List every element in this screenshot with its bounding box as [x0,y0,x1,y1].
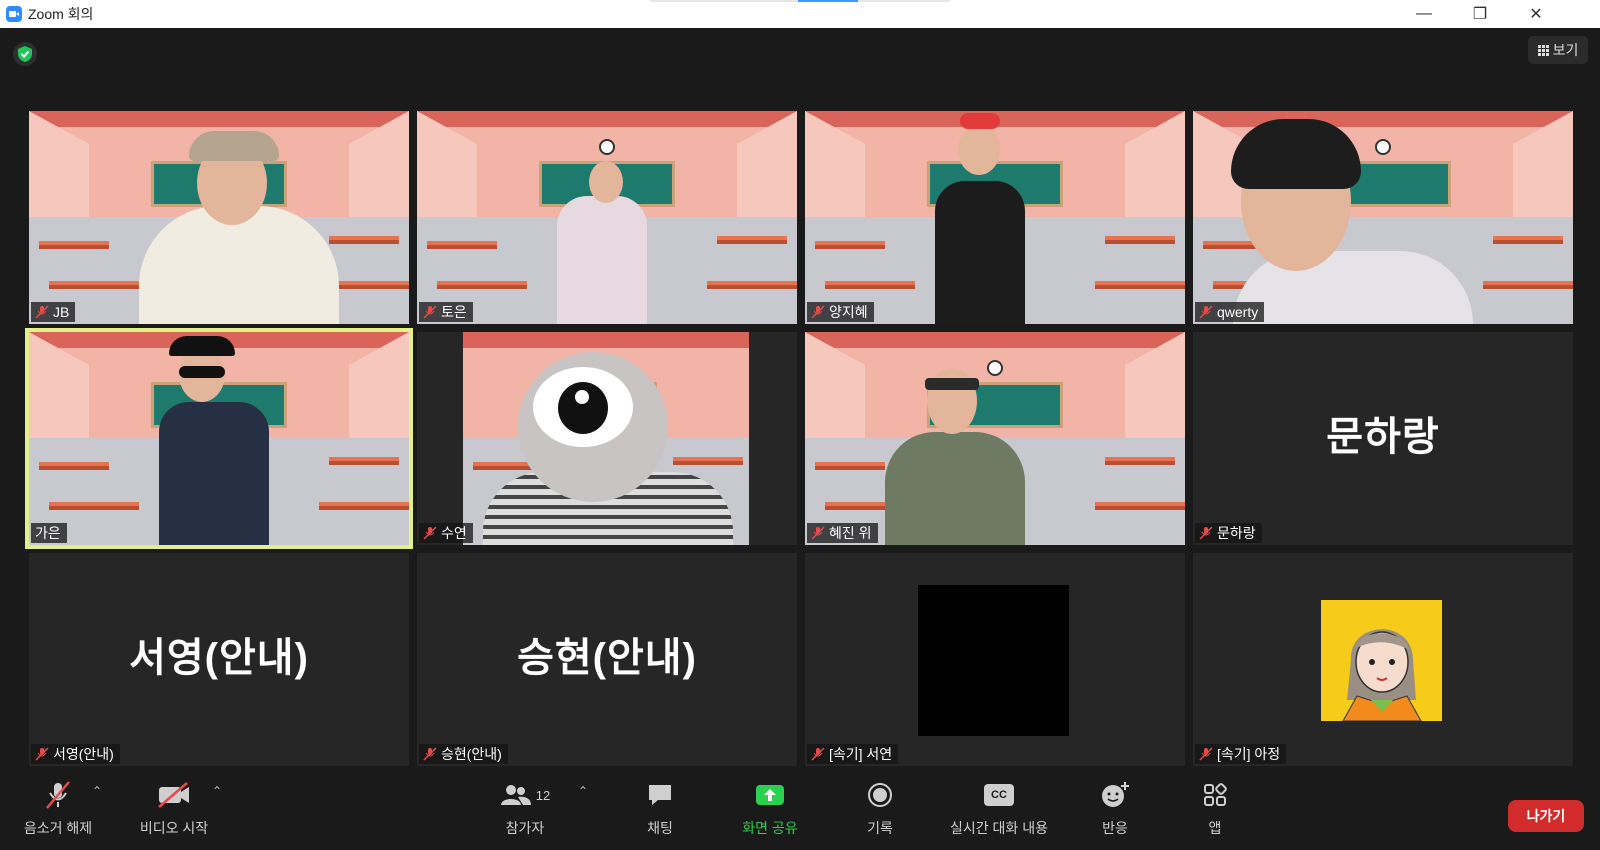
video-tile-seunghyun[interactable]: 승현(안내) 승현(안내) [417,553,797,766]
participant-display-name: 승현(안내) [517,635,697,680]
minimize-button[interactable]: — [1396,0,1452,28]
video-tile-sokgi-seoyeon[interactable]: [속기] 서연 [805,553,1185,766]
video-tile-jb[interactable]: JB [29,111,409,324]
reactions-button[interactable]: 반응 [1085,778,1145,840]
participant-name: 서영(안내) [53,746,114,762]
share-screen-icon [755,778,785,812]
chat-button[interactable]: 채팅 [630,778,690,840]
smiley-plus-icon [1100,778,1130,812]
muted-mic-icon [811,305,825,319]
participant-nameplate: 문하랑 [1195,523,1262,543]
grid-icon [1537,44,1549,56]
participants-icon: 12 [500,778,550,812]
muted-mic-icon [35,747,49,761]
profile-picture [918,585,1069,736]
meeting-toolbar: 음소거 해제 ⌃ 비디오 시작 ⌃ 12 참가자 ⌃ 채팅 화면 공유 기록 C… [0,770,1600,850]
participant-display-name: 서영(안내) [129,635,309,680]
participants-options-chevron-up-icon[interactable]: ⌃ [578,784,588,798]
participant-name: [속기] 서연 [829,746,893,762]
participant-nameplate: 가은 [31,523,67,543]
participant-name: JB [53,304,70,320]
participants-label: 참가자 [505,820,545,836]
closed-caption-icon: CC [984,778,1014,812]
unmute-label: 음소거 해제 [23,820,93,836]
muted-mic-icon [423,747,437,761]
video-options-chevron-up-icon[interactable]: ⌃ [212,784,222,798]
participant-name: 혜진 위 [829,525,872,541]
muted-mic-icon [423,305,437,319]
live-transcript-label: 실시간 대화 내용 [950,820,1048,836]
participant-nameplate: [속기] 서연 [807,744,899,764]
apps-button[interactable]: 앱 [1185,778,1245,840]
shield-check-icon[interactable] [13,42,37,66]
participant-nameplate: 토은 [419,302,473,322]
maximize-button[interactable]: ❐ [1452,0,1508,28]
muted-mic-icon [43,778,73,812]
participant-name: [속기] 아정 [1217,746,1281,762]
video-tile-hyejinwi[interactable]: 혜진 위 [805,332,1185,545]
participant-name: 토은 [441,304,467,320]
video-tile-yangjihye[interactable]: 양지혜 [805,111,1185,324]
participant-nameplate: 승현(안내) [419,744,508,764]
muted-mic-icon [1199,305,1213,319]
muted-mic-icon [811,526,825,540]
share-screen-label: 화면 공유 [742,820,798,836]
muted-mic-icon [811,747,825,761]
participant-nameplate: 수연 [419,523,473,543]
video-tile-qwerty[interactable]: qwerty [1193,111,1573,324]
participant-name: qwerty [1217,304,1259,320]
start-video-label: 비디오 시작 [139,820,209,836]
unmute-button[interactable]: 음소거 해제 [14,778,102,840]
apps-label: 앱 [1208,820,1222,836]
participant-display-name: 문하랑 [1326,414,1440,459]
participant-name: 가은 [35,525,61,541]
leave-button[interactable]: 나가기 [1508,800,1584,832]
muted-mic-icon [1199,747,1213,761]
participants-button[interactable]: 12 참가자 [494,778,556,840]
video-tile-gaeun[interactable]: 가은 [25,328,413,549]
close-button[interactable]: ✕ [1508,0,1564,28]
video-tile-munharang[interactable]: 문하랑 문하랑 [1193,332,1573,545]
participant-nameplate: 서영(안내) [31,744,120,764]
video-off-icon [157,778,191,812]
live-transcript-button[interactable]: CC 실시간 대화 내용 [935,778,1063,840]
title-bar: Zoom 회의 — ❐ ✕ [0,0,1600,28]
chat-label: 채팅 [647,820,673,836]
participants-count: 12 [535,787,551,803]
record-label: 기록 [867,820,893,836]
audio-options-chevron-up-icon[interactable]: ⌃ [92,784,102,798]
record-button[interactable]: 기록 [850,778,910,840]
participant-nameplate: 양지혜 [807,302,874,322]
zoom-window: Zoom 회의 — ❐ ✕ 보기 JB 토은 양지혜 qwerty 가은 수연 … [0,0,1600,850]
video-tile-toeun[interactable]: 토은 [417,111,797,324]
window-title: Zoom 회의 [28,6,94,22]
title-bar-indicator [650,0,950,2]
participant-nameplate: JB [31,302,76,322]
participant-nameplate: 혜진 위 [807,523,878,543]
participant-name: 수연 [441,525,467,541]
video-tile-sokgi-ajeong[interactable]: [속기] 아정 [1193,553,1573,766]
participant-nameplate: qwerty [1195,302,1265,322]
video-tile-suyeon[interactable]: 수연 [417,332,797,545]
video-tile-seoyoung[interactable]: 서영(안내) 서영(안내) [29,553,409,766]
view-button-label: 보기 [1552,42,1579,58]
muted-mic-icon [423,526,437,540]
profile-picture [1321,600,1442,721]
start-video-button[interactable]: 비디오 시작 [130,778,218,840]
participant-nameplate: [속기] 아정 [1195,744,1287,764]
apps-icon [1202,778,1228,812]
zoom-logo-icon [6,6,22,22]
participant-name: 승현(안내) [441,746,502,762]
muted-mic-icon [35,305,49,319]
muted-mic-icon [1199,526,1213,540]
record-icon [867,778,893,812]
participant-name: 문하랑 [1217,525,1256,541]
cc-text: CC [984,784,1014,806]
reactions-label: 반응 [1102,820,1128,836]
view-button[interactable]: 보기 [1528,36,1588,64]
participant-name: 양지혜 [829,304,868,320]
share-screen-button[interactable]: 화면 공유 [730,778,810,840]
chat-icon [646,778,674,812]
